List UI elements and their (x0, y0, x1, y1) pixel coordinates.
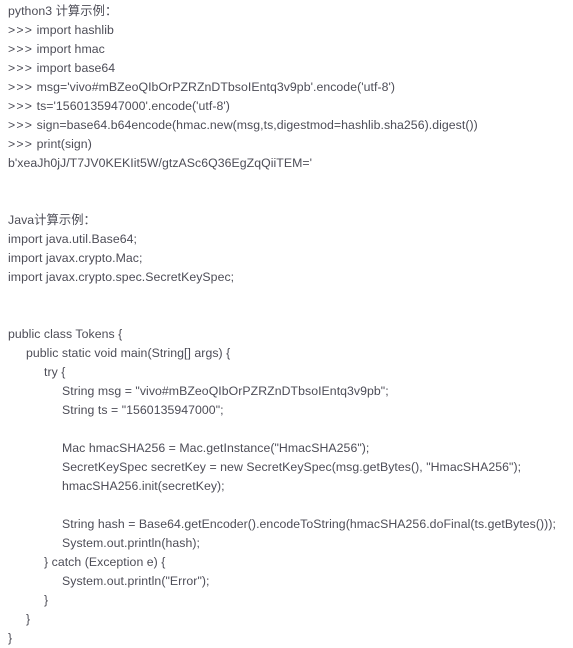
code-line: >>> msg='vivo#mBZeoQIbOrPZRZnDTbsoIEntq3… (8, 80, 396, 94)
python-prompt: >>> (8, 118, 34, 132)
code-line: Java计算示例： (8, 213, 96, 227)
code-line: String hash = Base64.getEncoder().encode… (62, 517, 556, 531)
code-line: >>> import hashlib (8, 23, 114, 37)
python-prompt: >>> (8, 80, 34, 94)
code-line: b'xeaJh0jJ/T7JV0KEKIit5W/gtzASc6Q36EgZqQ… (8, 156, 313, 170)
code-line: } (8, 631, 13, 645)
code-line: >>> import base64 (8, 61, 116, 75)
code-line: >>> sign=base64.b64encode(hmac.new(msg,t… (8, 118, 478, 132)
python-prompt: >>> (8, 137, 34, 151)
python-prompt: >>> (8, 23, 34, 37)
code-line: public class Tokens { (8, 327, 123, 341)
code-line: String msg = "vivo#mBZeoQIbOrPZRZnDTbsoI… (62, 384, 389, 398)
code-line: public static void main(String[] args) { (26, 346, 231, 360)
code-line: hmacSHA256.init(secretKey); (62, 479, 225, 493)
code-line: import javax.crypto.Mac; (8, 251, 143, 265)
python-prompt: >>> (8, 61, 34, 75)
code-line: System.out.println(hash); (62, 536, 200, 550)
code-block: python3 计算示例： >>> import hashlib >>> impor… (0, 0, 573, 648)
code-line: import javax.crypto.spec.SecretKeySpec; (8, 270, 235, 284)
code-line: >>> print(sign) (8, 137, 92, 151)
code-line: Mac hmacSHA256 = Mac.getInstance("HmacSH… (62, 441, 370, 455)
code-line: System.out.println("Error"); (62, 574, 210, 588)
code-line: import java.util.Base64; (8, 232, 138, 246)
code-line: } (44, 593, 49, 607)
code-line: } (26, 612, 31, 626)
code-line: SecretKeySpec secretKey = new SecretKeyS… (62, 460, 522, 474)
code-line: String ts = "1560135947000"; (62, 403, 224, 417)
python-prompt: >>> (8, 99, 34, 113)
code-line: >>> ts='1560135947000'.encode('utf-8') (8, 99, 230, 113)
python-prompt: >>> (8, 42, 34, 56)
code-line: >>> import hmac (8, 42, 105, 56)
code-document: python3 计算示例： >>> import hashlib >>> impor… (0, 0, 573, 646)
code-line: try { (44, 365, 66, 379)
code-line: } catch (Exception e) { (44, 555, 166, 569)
code-line: python3 计算示例： (8, 4, 118, 18)
